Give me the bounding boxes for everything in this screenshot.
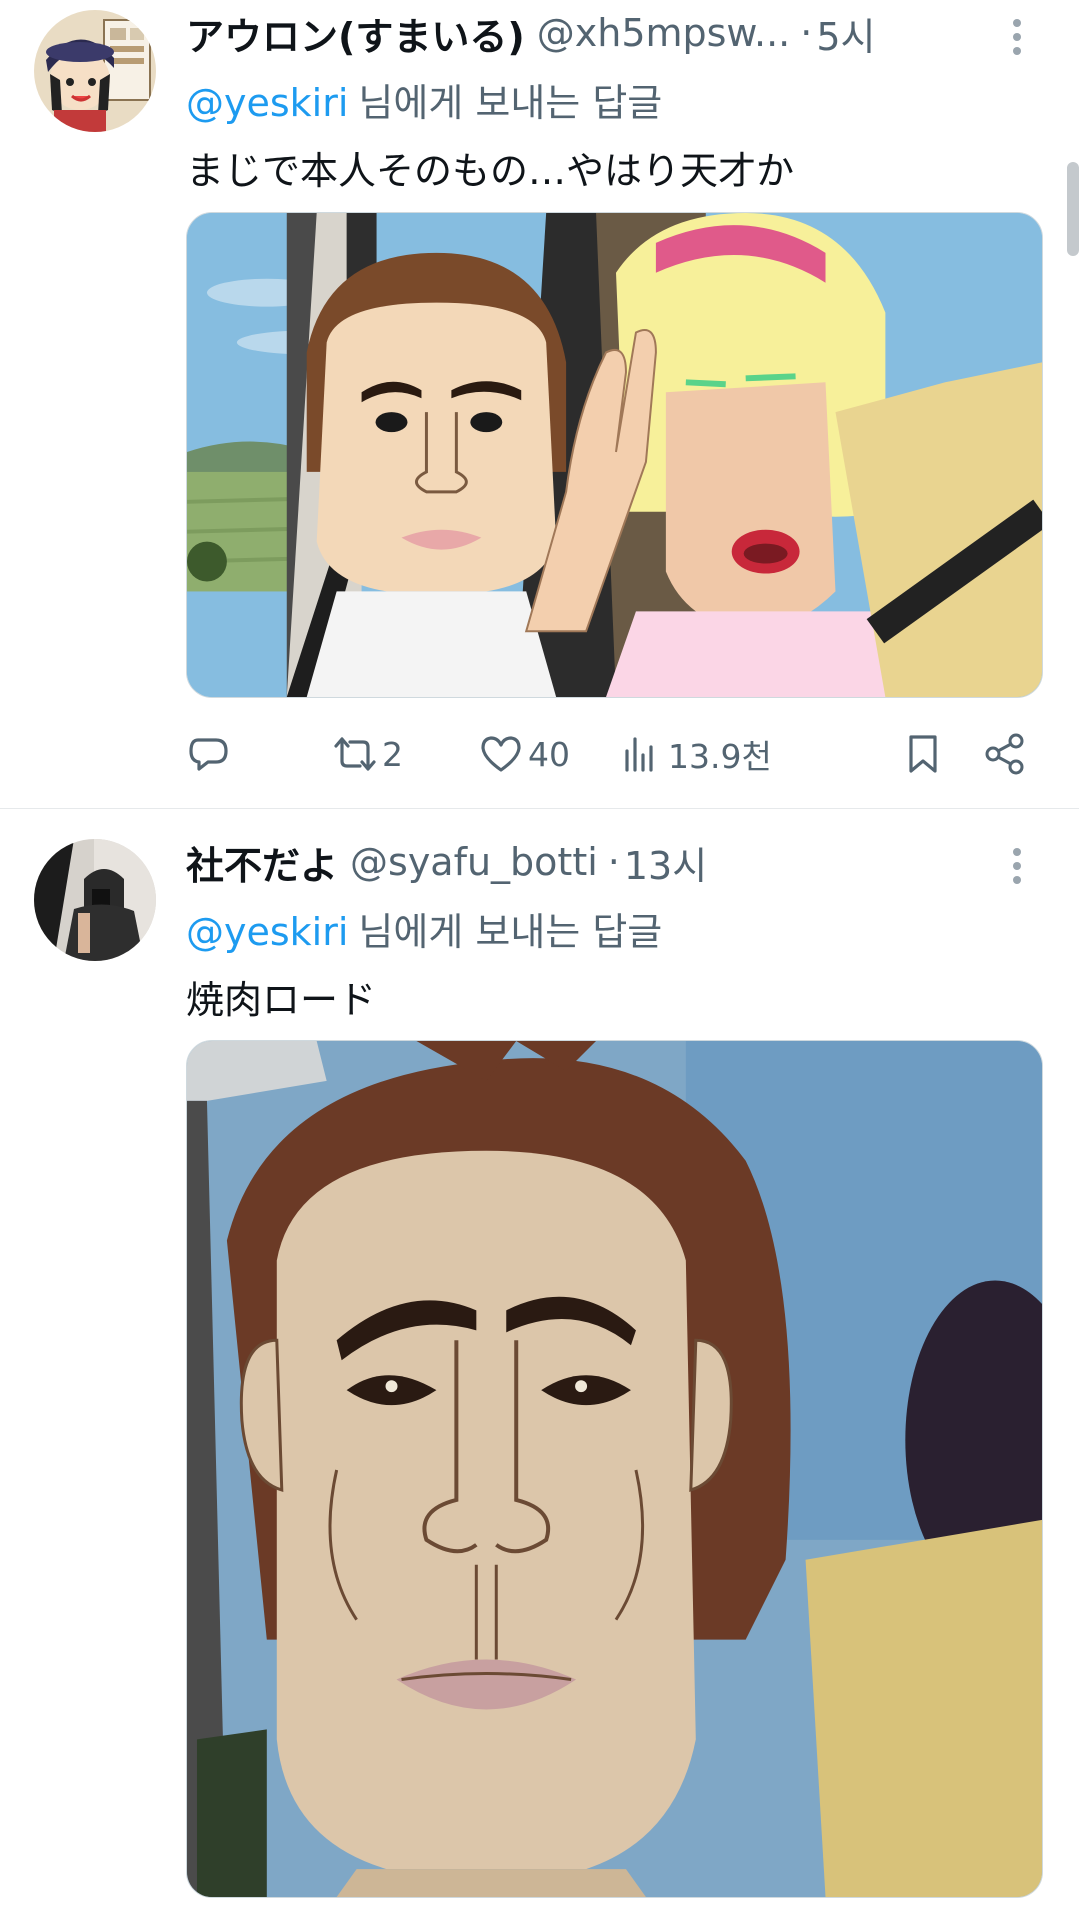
reply-suffix: 님에게 보내는 답글 [358,81,663,125]
tweet-header: 社不だよ @syafu_botti · 13시 [186,835,969,889]
share-button[interactable] [982,722,1028,786]
retweet-count: 2 [382,734,403,774]
anime-screenshot-image [187,1041,1042,1897]
separator-dot: · [607,840,620,884]
reply-mention-link[interactable]: @yeskiri [186,81,348,125]
reply-context: @yeskiri 님에게 보내는 답글 [186,901,662,956]
tweet-text: 焼肉ロード [186,978,377,1022]
like-button[interactable]: 40 [478,722,570,786]
more-options-button[interactable] [997,839,1037,889]
tweet-header: アウロン(すまいる) @xh5mpsw... · 5시 [186,6,969,60]
reply-mention-link[interactable]: @yeskiri [186,910,348,954]
scrollbar-thumb[interactable] [1067,162,1079,256]
avatar-image [34,10,156,132]
display-name[interactable]: アウロン(すまいる) [186,6,525,60]
more-vertical-icon [1013,848,1021,884]
reply-context: @yeskiri 님에게 보내는 답글 [186,72,662,127]
user-handle[interactable]: @xh5mpsw... [537,11,791,55]
share-icon [985,733,1024,775]
avatar-image [34,839,156,961]
more-options-button[interactable] [997,10,1037,60]
tweet-actions: 2 40 13.9천 [186,722,1043,786]
views-count: 13.9천 [668,737,772,776]
tweet[interactable]: 社不だよ @syafu_botti · 13시 @yeskiri 님에게 보내는 … [0,809,1079,1918]
retweet-button[interactable]: 2 [332,722,403,786]
reply-icon [189,738,228,771]
reply-button[interactable] [186,722,236,786]
like-count: 40 [528,734,570,774]
avatar[interactable] [34,10,156,132]
bookmark-icon [909,735,937,773]
views-chart-icon [625,737,653,772]
more-vertical-icon [1013,19,1021,55]
bookmark-button[interactable] [900,722,946,786]
views-button[interactable]: 13.9천 [618,722,772,786]
user-handle[interactable]: @syafu_botti [350,840,598,884]
heart-icon [481,736,521,772]
tweet-media-image[interactable] [186,1040,1043,1898]
avatar[interactable] [34,839,156,961]
timestamp[interactable]: 5시 [816,6,875,60]
tweet[interactable]: アウロン(すまいる) @xh5mpsw... · 5시 @yeskiri 님에게 … [0,0,1079,809]
retweet-icon [334,737,376,771]
tweet-text: まじで本人そのもの…やはり天才か [186,149,795,193]
anime-screenshot-image [187,213,1042,697]
reply-suffix: 님에게 보내는 답글 [358,910,663,954]
display-name[interactable]: 社不だよ [186,835,338,889]
timestamp[interactable]: 13시 [624,835,707,889]
tweet-media-image[interactable] [186,212,1043,698]
separator-dot: · [800,11,813,55]
